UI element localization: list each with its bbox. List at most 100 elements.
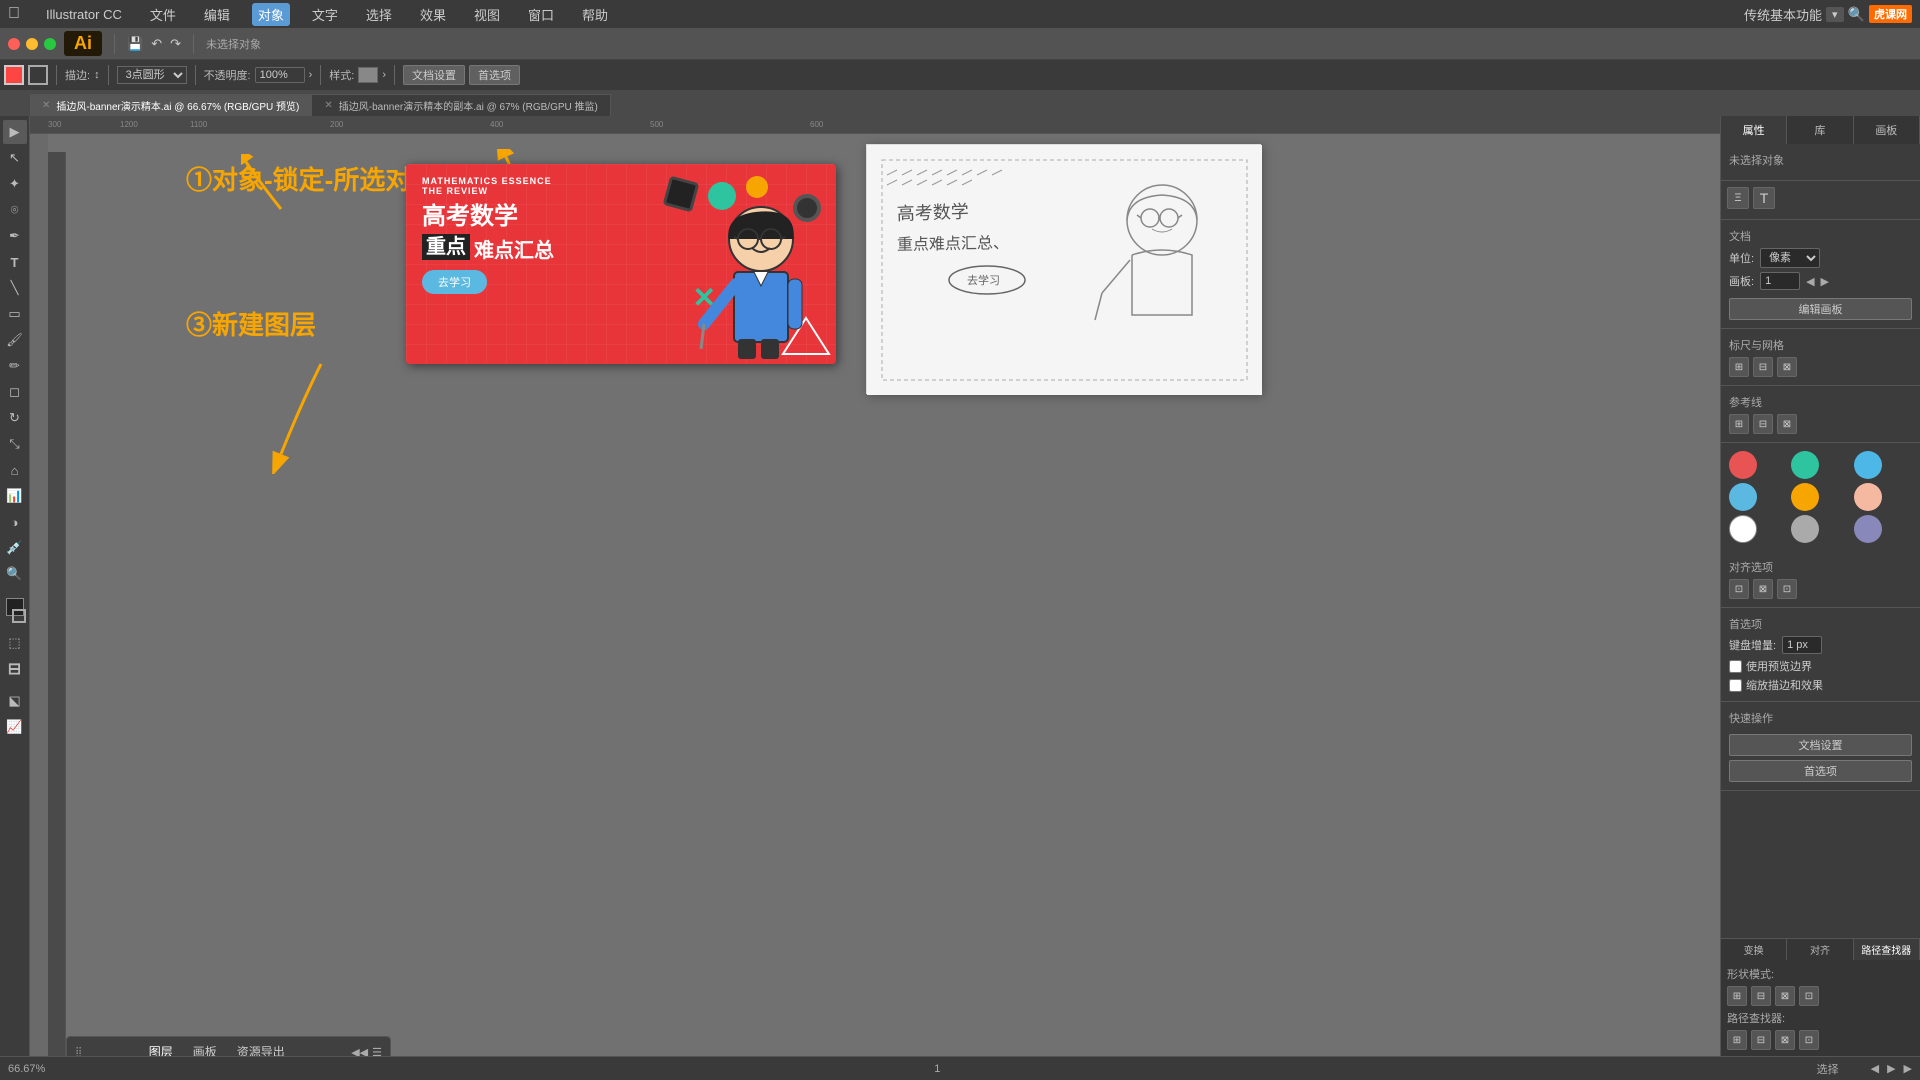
swatch-orange[interactable] xyxy=(1791,483,1819,511)
tab-2-close-icon[interactable]: ✕ xyxy=(324,100,332,111)
align-left-icon[interactable]: ⊡ xyxy=(1729,579,1749,599)
pencil-tool[interactable]: ✏ xyxy=(3,354,27,378)
style-arrow[interactable]: › xyxy=(382,69,386,81)
quick-doc-settings-btn[interactable]: 文档设置 xyxy=(1729,734,1912,756)
next-artboard-icon[interactable]: ▶ xyxy=(1887,1062,1895,1075)
swatch-lavender[interactable] xyxy=(1854,515,1882,543)
menu-help[interactable]: 帮助 xyxy=(576,3,614,26)
scale-strokes-checkbox[interactable] xyxy=(1729,679,1742,692)
align-tab[interactable]: 对齐 xyxy=(1787,939,1853,960)
stroke-icon[interactable]: ↕ xyxy=(94,69,100,81)
align-center-h-icon[interactable]: ⊠ xyxy=(1753,579,1773,599)
canvas-area[interactable]: 300 1200 1100 200 400 500 600 ①对象-锁定-所选对… xyxy=(30,116,1720,1056)
direct-selection-tool[interactable]: ↖ xyxy=(3,146,27,170)
undo-icon[interactable]: ↶ xyxy=(151,36,162,52)
chart-tool[interactable]: 📈 xyxy=(3,715,27,739)
swatch-sky-blue[interactable] xyxy=(1729,483,1757,511)
play-icon[interactable]: ▶ xyxy=(1904,1062,1912,1075)
layer-tab-asset-export[interactable]: 资源导出 xyxy=(233,1041,289,1056)
eraser-tool[interactable]: ◻ xyxy=(3,380,27,404)
rotate-tool[interactable]: ↻ xyxy=(3,406,27,430)
gradient-tool[interactable]: ◑ xyxy=(3,510,27,534)
exclude-icon[interactable]: ⊡ xyxy=(1799,986,1819,1006)
prev-artboard-icon[interactable]: ◀ xyxy=(1871,1062,1879,1075)
ruler-icon1[interactable]: ⊞ xyxy=(1729,357,1749,377)
guide-icon1[interactable]: ⊞ xyxy=(1729,414,1749,434)
type-icon[interactable]: T xyxy=(1753,187,1775,209)
appearance-icon[interactable]: Ξ xyxy=(1727,187,1749,209)
scale-tool[interactable]: ⤡ xyxy=(3,432,27,456)
lasso-tool[interactable]: ⌾ xyxy=(3,198,27,222)
minimize-button[interactable] xyxy=(26,38,38,50)
close-button[interactable] xyxy=(8,38,20,50)
tab-1[interactable]: ✕ 插边风-banner演示精本.ai @ 66.67% (RGB/GPU 预览… xyxy=(30,94,312,116)
quick-preferences-btn[interactable]: 首选项 xyxy=(1729,760,1912,782)
minus-front-icon[interactable]: ⊟ xyxy=(1751,986,1771,1006)
artboard-prev-icon[interactable]: ◀ xyxy=(1806,275,1814,288)
layer-tab-artboards[interactable]: 画板 xyxy=(189,1041,221,1056)
transform-tab[interactable]: 变换 xyxy=(1721,939,1787,960)
graph-tool[interactable]: 📊 xyxy=(3,484,27,508)
menu-view[interactable]: 视图 xyxy=(468,3,506,26)
artboard-next-icon[interactable]: ▶ xyxy=(1821,275,1829,288)
merge-icon[interactable]: ⊠ xyxy=(1775,1030,1795,1050)
type-tool[interactable]: T xyxy=(3,250,27,274)
stroke-color-swatch[interactable] xyxy=(28,65,48,85)
selection-tool[interactable]: ▶ xyxy=(3,120,27,144)
tab-1-close-icon[interactable]: ✕ xyxy=(42,100,50,111)
menu-edit[interactable]: 编辑 xyxy=(198,3,236,26)
opacity-arrow[interactable]: › xyxy=(309,69,313,81)
menu-file[interactable]: 文件 xyxy=(144,3,182,26)
sketch-artwork[interactable]: 高考数学 重点难点汇总、 去学习 xyxy=(866,144,1261,394)
trim-icon[interactable]: ⊟ xyxy=(1751,1030,1771,1050)
scale-strokes-label[interactable]: 缩放描边和效果 xyxy=(1729,677,1912,693)
doc-settings-btn[interactable]: 文档设置 xyxy=(403,65,465,85)
canvas-content[interactable]: ①对象-锁定-所选对象 ②窗口-图层打开图层窗口 ③新建图层 xyxy=(48,134,1720,1056)
poster-artwork[interactable]: MATHEMATICS ESSENCE THE REVIEW 高考数学 重点 难… xyxy=(406,164,836,364)
keyboard-input[interactable] xyxy=(1782,636,1822,654)
menu-select[interactable]: 选择 xyxy=(360,3,398,26)
library-tab[interactable]: 库 xyxy=(1787,116,1853,144)
menu-effect[interactable]: 效果 xyxy=(414,3,452,26)
artboard-tool[interactable]: ⬕ xyxy=(3,689,27,713)
menu-illustrator[interactable]: Illustrator CC xyxy=(40,5,128,24)
menu-object[interactable]: 对象 xyxy=(252,3,290,26)
swatch-teal[interactable] xyxy=(1791,451,1819,479)
align-right-icon[interactable]: ⊡ xyxy=(1777,579,1797,599)
screen-mode[interactable]: ⊟ xyxy=(3,657,27,681)
menu-text[interactable]: 文字 xyxy=(306,3,344,26)
unit-select[interactable]: 像素 xyxy=(1760,248,1820,268)
pen-tool[interactable]: ✒ xyxy=(3,224,27,248)
line-tool[interactable]: ╲ xyxy=(3,276,27,300)
opacity-input[interactable] xyxy=(255,67,305,83)
ruler-icon3[interactable]: ⊠ xyxy=(1777,357,1797,377)
paintbrush-tool[interactable]: 🖌 xyxy=(3,328,27,352)
workspace-dropdown[interactable]: ▾ xyxy=(1826,7,1844,22)
warp-tool[interactable]: ⌂ xyxy=(3,458,27,482)
swatch-peach[interactable] xyxy=(1854,483,1882,511)
zoom-tool[interactable]: 🔍 xyxy=(3,562,27,586)
stroke-box[interactable] xyxy=(12,609,26,623)
artboard-tab[interactable]: 画板 xyxy=(1854,116,1920,144)
normal-mode[interactable]: ⬚ xyxy=(3,631,27,655)
pathfinder-tab[interactable]: 路径查找器 xyxy=(1854,939,1920,960)
preferences-btn[interactable]: 首选项 xyxy=(469,65,520,85)
rect-tool[interactable]: ▭ xyxy=(3,302,27,326)
menu-window[interactable]: 窗口 xyxy=(522,3,560,26)
swatch-white[interactable] xyxy=(1729,515,1757,543)
layer-panel-drag-handle[interactable]: ⣿ xyxy=(75,1047,82,1057)
snap-bounds-label[interactable]: 使用预览边界 xyxy=(1729,658,1912,674)
crop-icon[interactable]: ⊡ xyxy=(1799,1030,1819,1050)
redo-icon[interactable]: ↷ xyxy=(170,36,181,52)
guide-icon2[interactable]: ⊟ xyxy=(1753,414,1773,434)
layer-panel-collapse-icon[interactable]: ◀◀ xyxy=(351,1046,368,1057)
swatch-light-blue[interactable] xyxy=(1854,451,1882,479)
apple-icon[interactable]:  xyxy=(8,5,20,23)
poster-cta-button[interactable]: 去学习 xyxy=(422,270,487,294)
swatch-gray[interactable] xyxy=(1791,515,1819,543)
fill-color-swatch[interactable] xyxy=(4,65,24,85)
snap-bounds-checkbox[interactable] xyxy=(1729,660,1742,673)
eyedropper-tool[interactable]: 💉 xyxy=(3,536,27,560)
guide-icon3[interactable]: ⊠ xyxy=(1777,414,1797,434)
save-icon[interactable]: 💾 xyxy=(127,36,143,52)
